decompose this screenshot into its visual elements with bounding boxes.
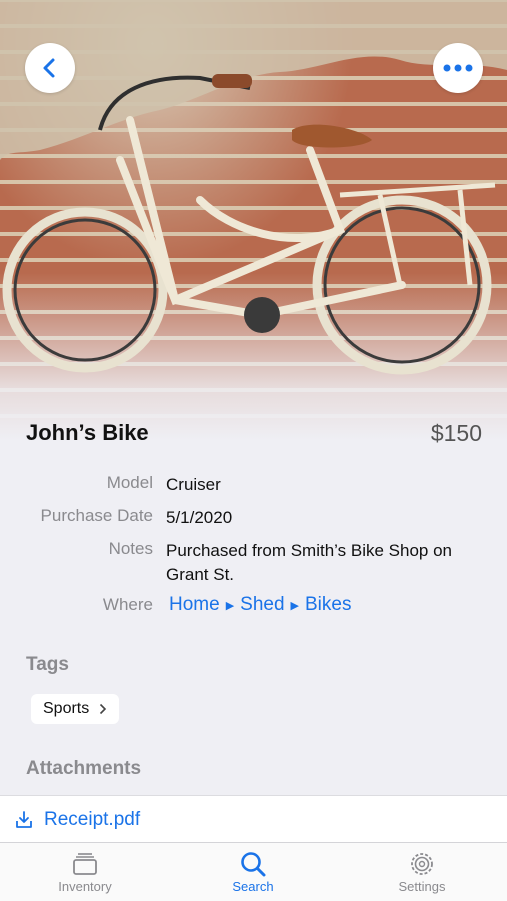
download-icon [16,811,32,828]
tag-chip[interactable]: Sports [31,694,120,724]
settings-icon [411,853,433,875]
tab-settings-label: Settings [398,879,446,894]
tab-search-label: Search [232,879,274,894]
item-photo [0,0,507,440]
tab-settings[interactable]: Settings [362,849,482,894]
breadcrumb-home[interactable]: Home [169,594,220,616]
back-button[interactable] [25,43,75,93]
breadcrumb-shed[interactable]: Shed [240,594,284,616]
breadcrumb-separator-icon: ▶ [225,599,235,612]
model-label: Model [106,473,153,492]
search-icon [241,852,266,877]
chevron-left-icon [43,58,55,78]
attachment-row[interactable]: Receipt.pdf [0,795,507,844]
tab-bar: Inventory Search Settings [0,842,507,901]
tags-heading: Tags [26,654,69,675]
notes-label: Notes [108,539,153,558]
notes-value: Purchased from Smith’s Bike Shop on Gran… [166,541,452,584]
bicycle-illustration [0,0,507,375]
attachment-file-name[interactable]: Receipt.pdf [44,809,140,831]
attachments-heading: Attachments [26,758,142,779]
purchase-date-label: Purchase Date [40,506,153,525]
item-price: $150 [430,420,482,446]
item-title: John’s Bike [26,420,149,445]
breadcrumb-bikes[interactable]: Bikes [305,594,351,616]
tab-inventory-label: Inventory [58,879,112,894]
more-options-button[interactable] [433,43,483,93]
model-value: Cruiser [166,475,221,494]
tab-inventory[interactable]: Inventory [25,849,145,894]
where-label: Where [102,595,153,614]
location-breadcrumb: Home ▶ Shed ▶ Bikes [169,594,351,616]
breadcrumb-separator-icon: ▶ [290,599,299,612]
ellipsis-icon [443,64,473,72]
tag-label: Sports [43,700,90,717]
inventory-icon [73,853,97,875]
purchase-date-value: 5/1/2020 [166,508,233,527]
chevron-right-icon [100,703,107,715]
tab-search[interactable]: Search [193,849,313,894]
